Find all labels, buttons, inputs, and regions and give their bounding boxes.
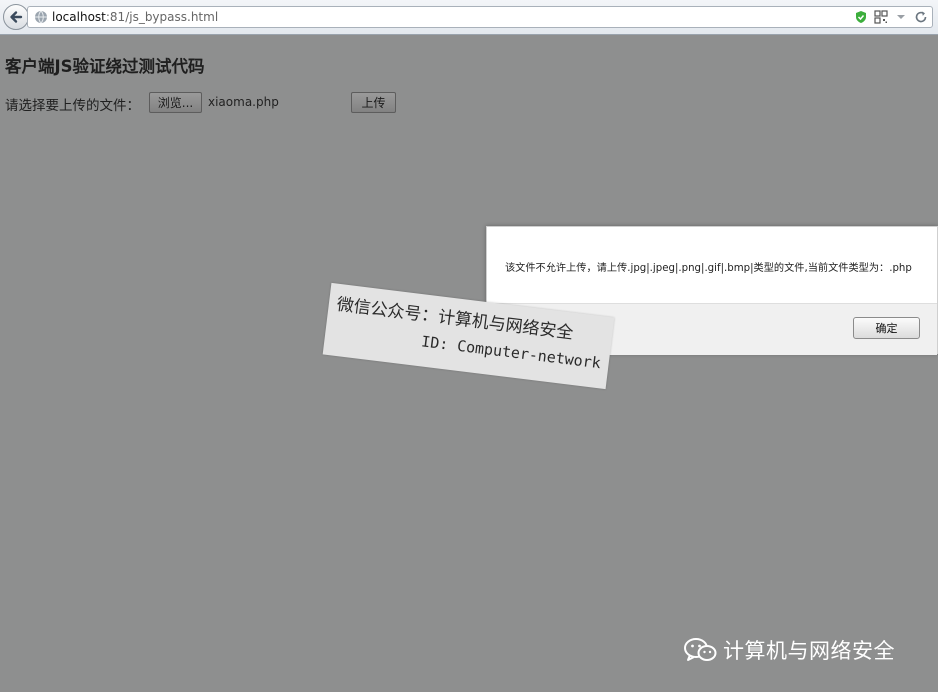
shield-icon[interactable] [854,10,868,24]
browser-toolbar: localhost:81/js_bypass.html [0,0,938,35]
upload-form: 请选择要上传的文件： 浏览... xiaoma.php 上传 [5,92,605,114]
globe-icon [35,10,47,24]
qr-code-icon[interactable] [874,10,888,24]
credit-text: 计算机与网络安全 [723,639,895,663]
browse-button[interactable]: 浏览... [149,92,202,113]
url-text: localhost:81/js_bypass.html [52,9,218,25]
url-bar-icons [854,9,928,25]
wechat-icon [684,638,717,661]
selected-file-name: xiaoma.php [208,95,279,109]
reload-icon[interactable] [914,10,928,24]
back-button[interactable] [3,4,29,30]
alert-message: 该文件不允许上传，请上传.jpg|.jpeg|.png|.gif|.bmp|类型… [505,263,912,274]
watermark-line2: ID: Computer-network [420,332,602,373]
url-path: :81/js_bypass.html [105,10,219,24]
ok-button[interactable]: 确定 [853,317,920,339]
upload-label: 请选择要上传的文件： [5,98,140,114]
page-title: 客户端JS验证绕过测试代码 [5,57,205,76]
url-host: localhost [52,10,106,24]
dropdown-arrow-icon[interactable] [894,10,908,24]
address-bar[interactable]: localhost:81/js_bypass.html [27,6,933,28]
back-arrow-icon [10,11,23,23]
wechat-credit: 计算机与网络安全 [683,635,895,665]
upload-button[interactable]: 上传 [351,92,396,113]
